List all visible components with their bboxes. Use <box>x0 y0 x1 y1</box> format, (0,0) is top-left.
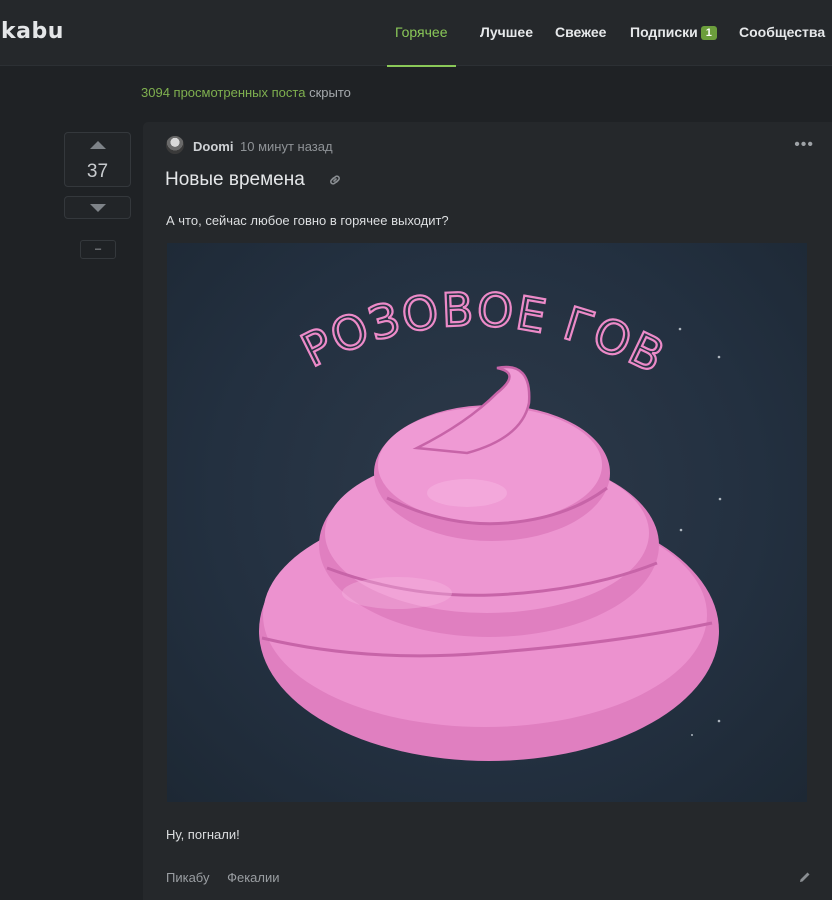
nav-fresh[interactable]: Свежее <box>555 24 606 66</box>
nav-best[interactable]: Лучшее <box>480 24 533 66</box>
nav-communities[interactable]: Сообщества <box>739 24 825 66</box>
post-text-top: А что, сейчас любое говно в горячее выхо… <box>166 213 449 228</box>
pencil-icon[interactable] <box>798 870 812 884</box>
collapse-button[interactable]: – <box>80 240 116 259</box>
nav-subscriptions[interactable]: Подписки 1 <box>630 24 717 66</box>
downvote-button[interactable] <box>64 196 131 219</box>
more-options-icon[interactable]: ••• <box>794 136 814 154</box>
tag-item[interactable]: Фекалии <box>227 870 279 885</box>
site-logo[interactable]: kabu <box>1 19 64 44</box>
post-tags: Пикабу Фекалии <box>166 870 294 885</box>
subscriptions-badge: 1 <box>700 26 717 40</box>
post-title[interactable]: Новые времена <box>165 169 305 191</box>
top-header: kabu Горячее Лучшее Свежее Подписки 1 Соо… <box>0 0 832 67</box>
post-image[interactable]: РОЗОВОЕ ГОВНО <box>167 243 807 802</box>
upvote-icon[interactable] <box>90 141 106 149</box>
author-avatar[interactable] <box>166 136 184 154</box>
downvote-icon <box>90 204 106 212</box>
viewed-posts-link[interactable]: 3094 просмотренных поста <box>141 85 305 100</box>
tag-item[interactable]: Пикабу <box>166 870 209 885</box>
post-text-bottom: Ну, погнали! <box>166 827 240 842</box>
post-card: Doomi 10 минут назад ••• Новые времена А… <box>143 122 832 900</box>
link-icon[interactable] <box>327 172 343 188</box>
nav-hot[interactable]: Горячее <box>387 24 455 67</box>
rating-count: 37 <box>86 161 109 182</box>
author-name[interactable]: Doomi <box>193 139 233 154</box>
rating-box: 37 <box>64 132 131 187</box>
hidden-label: скрыто <box>309 85 351 100</box>
hidden-posts-notice: 3094 просмотренных поста скрыто <box>141 85 351 100</box>
image-caption: РОЗОВОЕ ГОВНО <box>167 243 674 384</box>
pink-poop-illustration: РОЗОВОЕ ГОВНО <box>167 243 722 761</box>
nav-subscriptions-label: Подписки <box>630 24 698 40</box>
post-time: 10 минут назад <box>240 139 333 154</box>
